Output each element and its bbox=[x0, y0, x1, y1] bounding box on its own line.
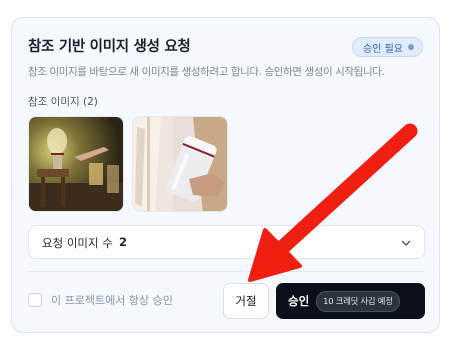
card-title: 참조 기반 이미지 생성 요청 bbox=[28, 39, 191, 55]
image-count-label: 요청 이미지 수 bbox=[42, 236, 113, 250]
card-description: 참조 이미지를 바탕으로 새 이미지를 생성하려고 합니다. 승인하면 생성이 … bbox=[28, 66, 385, 78]
reference-image-white-bottle bbox=[133, 117, 227, 211]
badge-label: 승인 필요 bbox=[363, 43, 403, 55]
approve-button-label: 승인 bbox=[288, 294, 310, 308]
chevron-down-icon bbox=[401, 240, 411, 246]
always-approve-option[interactable]: 이 프로젝트에서 항상 승인 bbox=[28, 292, 173, 308]
approve-button[interactable]: 승인 10 크레딧 사김 예정 bbox=[276, 283, 425, 319]
approval-required-badge: 승인 필요 bbox=[352, 37, 423, 57]
reference-image-2[interactable] bbox=[132, 116, 228, 212]
status-dot-icon bbox=[408, 44, 414, 50]
reference-images-label: 참조 이미지 (2) bbox=[28, 96, 98, 108]
approval-card: 참조 기반 이미지 생성 요청 승인 필요 참조 이미지를 바탕으로 새 이미지… bbox=[11, 17, 440, 333]
image-count-value: 2 bbox=[119, 235, 128, 249]
image-count-select[interactable]: 요청 이미지 수 2 bbox=[28, 225, 425, 259]
reference-image-room-lamp bbox=[29, 117, 123, 211]
divider bbox=[28, 271, 425, 272]
reject-button[interactable]: 거절 bbox=[223, 283, 269, 319]
always-approve-label: 이 프로젝트에서 항상 승인 bbox=[51, 294, 173, 307]
reference-image-1[interactable] bbox=[28, 116, 124, 212]
credit-cost-badge: 10 크레딧 사김 예정 bbox=[316, 290, 400, 312]
always-approve-checkbox[interactable] bbox=[28, 293, 42, 307]
